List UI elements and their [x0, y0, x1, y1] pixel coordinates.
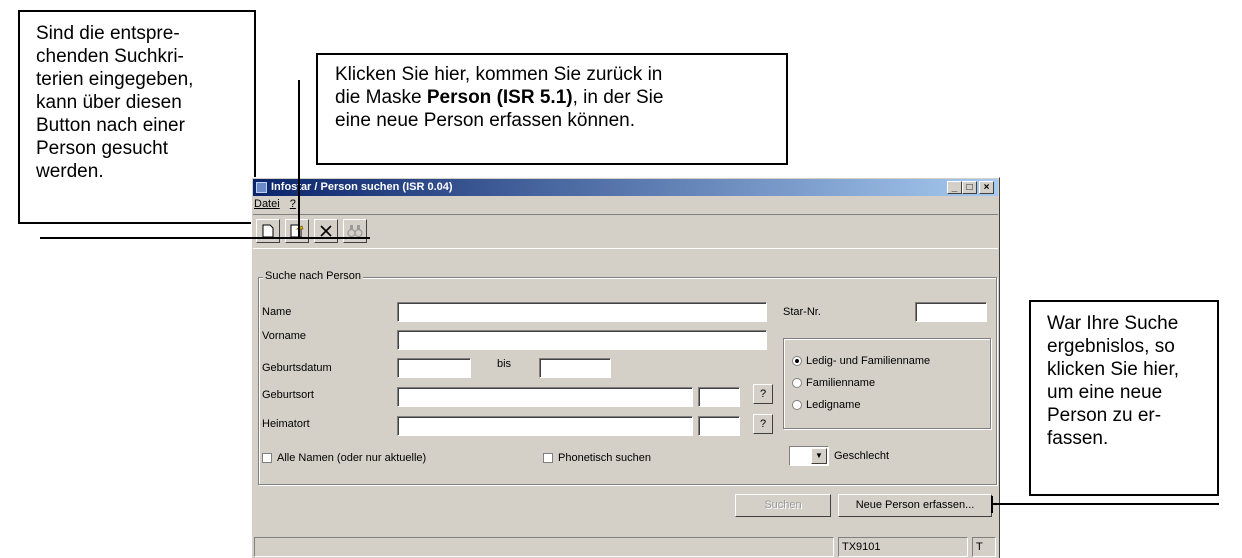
- checkbox-box[interactable]: [543, 453, 553, 463]
- status-flag: T: [972, 537, 996, 557]
- geburtsdatum-to-input[interactable]: [539, 358, 611, 378]
- callout-line: um eine neue: [1047, 382, 1163, 403]
- name-label: Name: [262, 306, 292, 318]
- callout-search-hint: Sind die entspre- chenden Suchkri- terie…: [18, 10, 256, 224]
- geburtsort-label: Geburtsort: [262, 389, 314, 401]
- new-document-button[interactable]: [256, 219, 280, 243]
- search-toolbar-button[interactable]: [343, 219, 367, 243]
- vorname-input[interactable]: [397, 330, 767, 350]
- callout-line: terien eingegeben,: [36, 69, 194, 90]
- menu-help[interactable]: ?: [290, 198, 296, 210]
- radio-dot[interactable]: [792, 378, 802, 388]
- callout-line: Person gesucht: [36, 138, 169, 159]
- minimize-button[interactable]: _: [947, 181, 962, 194]
- name-type-radiogroup: Ledig- und Familienname Familienname Led…: [783, 338, 991, 429]
- radio-familienname[interactable]: Familienname: [792, 377, 875, 389]
- heimatort-label: Heimatort: [262, 418, 310, 430]
- heimatort-lookup-button[interactable]: ?: [753, 414, 773, 434]
- callout-line: Button nach einer: [36, 115, 185, 136]
- callout-line: Person zu er-: [1047, 405, 1162, 426]
- callout-line: Sind die entspre-: [36, 23, 180, 44]
- radio-dot-selected[interactable]: [792, 356, 802, 366]
- toolbar: [253, 214, 998, 249]
- callout-line: War Ihre Suche: [1047, 313, 1179, 334]
- callout-line: kann über diesen: [36, 92, 182, 113]
- callout-line: die Maske Person (ISR 5.1), in der Sie: [335, 87, 664, 108]
- menu-datei[interactable]: Datei: [254, 198, 280, 210]
- pointer-line-new-person: [298, 80, 300, 237]
- heimatort-input[interactable]: [397, 416, 693, 436]
- maximize-button[interactable]: □: [962, 181, 977, 194]
- callout-line: eine neue Person erfassen können.: [335, 110, 635, 131]
- callout-line: fassen.: [1047, 428, 1109, 449]
- heimatort-code-input[interactable]: [698, 416, 740, 436]
- status-code: TX9101: [838, 537, 968, 557]
- radio-ledigname[interactable]: Ledigname: [792, 399, 860, 411]
- binoculars-icon: [347, 225, 363, 238]
- callout-line: klicken Sie hier,: [1047, 359, 1180, 380]
- vorname-label: Vorname: [262, 330, 307, 342]
- star-nr-input[interactable]: [915, 302, 987, 322]
- neue-person-erfassen-button[interactable]: Neue Person erfassen...: [838, 494, 992, 517]
- title-bar[interactable]: Infostar / Person suchen (ISR 0.04) _ □ …: [253, 179, 998, 196]
- new-person-button[interactable]: [285, 219, 309, 243]
- callout-line: ergebnislos, so: [1047, 336, 1175, 357]
- callout-no-result: War Ihre Suche ergebnislos, so klicken S…: [1029, 300, 1219, 496]
- close-button[interactable]: ×: [979, 181, 994, 194]
- suchen-button[interactable]: Suchen: [735, 494, 831, 517]
- bis-label: bis: [497, 358, 512, 370]
- phonetisch-label: Phonetisch suchen: [558, 452, 651, 464]
- radio-label: Ledig- und Familienname: [806, 355, 931, 367]
- star-nr-label: Star-Nr.: [783, 306, 821, 318]
- new-document-icon: [262, 224, 274, 238]
- alle-namen-checkbox[interactable]: Alle Namen (oder nur aktuelle): [262, 452, 426, 464]
- status-message: [254, 537, 834, 557]
- geschlecht-label: Geschlecht: [834, 450, 890, 462]
- pointer-line-search: [40, 237, 370, 239]
- geburtsdatum-from-input[interactable]: [397, 358, 471, 378]
- radio-label: Ledigname: [806, 399, 861, 411]
- callout-new-person: Klicken Sie hier, kommen Sie zurück in d…: [316, 53, 788, 165]
- geburtsort-lookup-button[interactable]: ?: [753, 384, 773, 404]
- callout-line: chenden Suchkri-: [36, 46, 184, 67]
- delete-button[interactable]: [314, 219, 338, 243]
- alle-namen-label: Alle Namen (oder nur aktuelle): [277, 452, 427, 464]
- geschlecht-select[interactable]: ▼: [789, 446, 829, 466]
- menu-bar: Datei ?: [254, 198, 303, 213]
- app-window: Infostar / Person suchen (ISR 0.04) _ □ …: [251, 177, 1000, 558]
- geburtsdatum-label: Geburtsdatum: [262, 362, 332, 374]
- phonetisch-checkbox[interactable]: Phonetisch suchen: [543, 452, 651, 464]
- name-input[interactable]: [397, 302, 767, 322]
- callout-line: Klicken Sie hier, kommen Sie zurück in: [335, 64, 663, 85]
- radio-ledig-und-familienname[interactable]: Ledig- und Familienname: [792, 355, 930, 367]
- checkbox-box[interactable]: [262, 453, 272, 463]
- radio-dot[interactable]: [792, 400, 802, 410]
- delete-x-icon: [320, 225, 332, 237]
- chevron-down-icon[interactable]: ▼: [811, 448, 827, 464]
- pointer-line-result: [991, 503, 1219, 505]
- callout-bold-mask: Person (ISR 5.1): [426, 87, 573, 108]
- pointer-tick: [991, 496, 993, 513]
- geburtsort-input[interactable]: [397, 387, 693, 407]
- geburtsort-code-input[interactable]: [698, 387, 740, 407]
- app-icon: [256, 182, 267, 193]
- group-label: Suche nach Person: [263, 270, 364, 282]
- radio-label: Familienname: [806, 377, 876, 389]
- callout-line: werden.: [36, 161, 104, 182]
